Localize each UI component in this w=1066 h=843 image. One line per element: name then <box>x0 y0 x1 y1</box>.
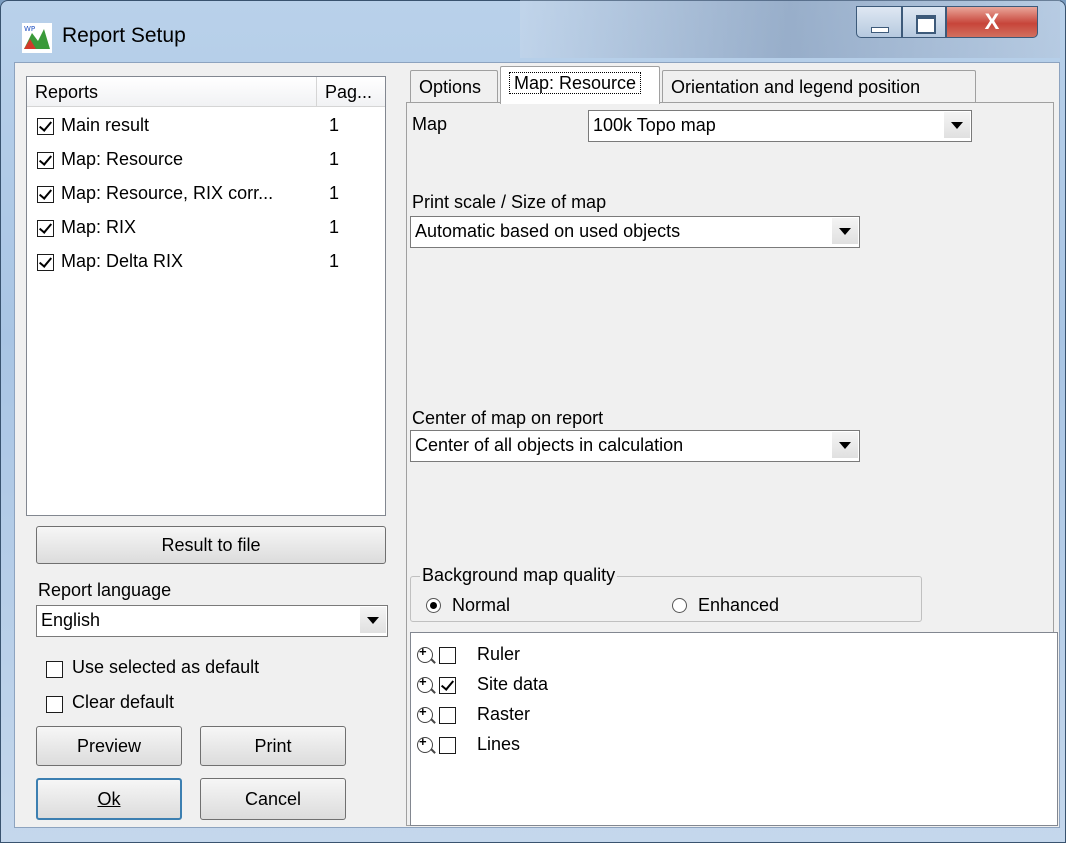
minimize-icon <box>871 27 889 33</box>
column-header-pages[interactable]: Pag... <box>317 77 385 107</box>
zoom-in-icon[interactable] <box>417 734 433 753</box>
tab-map-resource[interactable]: Map: Resource <box>500 66 660 104</box>
chevron-down-icon[interactable] <box>944 112 970 138</box>
layer-checkbox[interactable] <box>439 647 456 664</box>
column-header-reports[interactable]: Reports <box>27 77 317 107</box>
layer-item-lines[interactable]: Lines <box>417 733 717 761</box>
report-checkbox[interactable] <box>37 254 54 271</box>
report-language-value: English <box>41 610 101 630</box>
checkbox-box[interactable] <box>46 661 63 678</box>
report-name: Map: RIX <box>61 217 137 237</box>
map-value: 100k Topo map <box>593 115 716 135</box>
list-item[interactable]: Map: Resource 1 <box>27 145 385 177</box>
maximize-button[interactable] <box>902 6 946 38</box>
cancel-button[interactable]: Cancel <box>200 778 346 820</box>
chevron-down-icon[interactable] <box>832 432 858 458</box>
background-map-quality-label: Background map quality <box>420 565 618 586</box>
report-pages: 1 <box>329 115 340 135</box>
radio-selected-icon[interactable] <box>426 598 441 613</box>
reports-list[interactable]: Reports Pag... Main result 1 Map: Resour… <box>26 76 386 516</box>
zoom-in-icon[interactable] <box>417 644 433 663</box>
report-name: Main result <box>61 115 150 135</box>
quality-enhanced-radio[interactable]: Enhanced <box>672 595 842 619</box>
layer-item-raster[interactable]: Raster <box>417 703 717 731</box>
radio-unselected-icon[interactable] <box>672 598 687 613</box>
report-checkbox[interactable] <box>37 186 54 203</box>
print-button[interactable]: Print <box>200 726 346 766</box>
close-icon: X <box>984 9 1000 34</box>
report-checkbox[interactable] <box>37 152 54 169</box>
result-to-file-button[interactable]: Result to file <box>36 526 386 564</box>
preview-button[interactable]: Preview <box>36 726 182 766</box>
report-name: Map: Resource <box>61 149 184 169</box>
list-item[interactable]: Map: Resource, RIX corr... 1 <box>27 179 385 211</box>
layer-name: Raster <box>477 704 531 724</box>
clear-default-label: Clear default <box>72 692 175 712</box>
use-selected-default-checkbox[interactable]: Use selected as default <box>46 657 346 683</box>
report-pages: 1 <box>329 149 340 169</box>
map-layers-list[interactable]: Ruler Site data Raster Lines <box>410 632 1058 826</box>
window-title: Report Setup <box>62 24 186 47</box>
report-checkbox[interactable] <box>37 220 54 237</box>
report-name: Map: Delta RIX <box>61 251 184 271</box>
chevron-down-icon[interactable] <box>360 607 386 633</box>
layer-item-ruler[interactable]: Ruler <box>417 643 717 671</box>
ok-button-label: Ok <box>97 789 121 809</box>
close-button[interactable]: X <box>946 6 1038 38</box>
report-pages: 1 <box>329 217 340 237</box>
print-scale-select[interactable]: Automatic based on used objects <box>410 216 860 248</box>
report-language-select[interactable]: English <box>36 605 388 637</box>
quality-normal-radio[interactable]: Normal <box>426 595 576 619</box>
report-language-label: Report language <box>38 580 172 600</box>
app-icon: WP <box>22 23 52 53</box>
list-item[interactable]: Main result 1 <box>27 111 385 143</box>
checkbox-box[interactable] <box>46 696 63 713</box>
list-item[interactable]: Map: RIX 1 <box>27 213 385 245</box>
report-checkbox[interactable] <box>37 118 54 135</box>
layer-name: Lines <box>477 734 521 754</box>
use-selected-default-label: Use selected as default <box>72 657 260 677</box>
layer-name: Site data <box>477 674 549 694</box>
clear-default-checkbox[interactable]: Clear default <box>46 692 346 718</box>
print-scale-value: Automatic based on used objects <box>415 221 681 241</box>
quality-enhanced-label: Enhanced <box>698 595 780 615</box>
tab-map-resource-label: Map: Resource <box>509 72 642 94</box>
map-select[interactable]: 100k Topo map <box>588 110 972 142</box>
layer-checkbox[interactable] <box>439 707 456 724</box>
map-label: Map <box>412 114 448 134</box>
layer-item-site-data[interactable]: Site data <box>417 673 717 701</box>
tab-orientation-legend[interactable]: Orientation and legend position <box>662 70 976 102</box>
report-name: Map: Resource, RIX corr... <box>61 183 274 203</box>
layer-checkbox[interactable] <box>439 737 456 754</box>
center-of-map-select[interactable]: Center of all objects in calculation <box>410 430 860 462</box>
chevron-down-icon[interactable] <box>832 218 858 244</box>
layer-name: Ruler <box>477 644 521 664</box>
quality-normal-label: Normal <box>452 595 511 615</box>
zoom-in-icon[interactable] <box>417 674 433 693</box>
svg-text:WP: WP <box>24 25 35 33</box>
center-of-map-label: Center of map on report <box>412 408 604 428</box>
layer-checkbox[interactable] <box>439 677 456 694</box>
report-pages: 1 <box>329 251 340 271</box>
minimize-button[interactable] <box>856 6 902 38</box>
maximize-icon <box>916 15 936 34</box>
center-of-map-value: Center of all objects in calculation <box>415 435 684 455</box>
list-item[interactable]: Map: Delta RIX 1 <box>27 247 385 279</box>
report-pages: 1 <box>329 183 340 203</box>
ok-button[interactable]: Ok <box>36 778 182 820</box>
tab-options[interactable]: Options <box>410 70 498 102</box>
zoom-in-icon[interactable] <box>417 704 433 723</box>
print-scale-label: Print scale / Size of map <box>412 192 607 212</box>
